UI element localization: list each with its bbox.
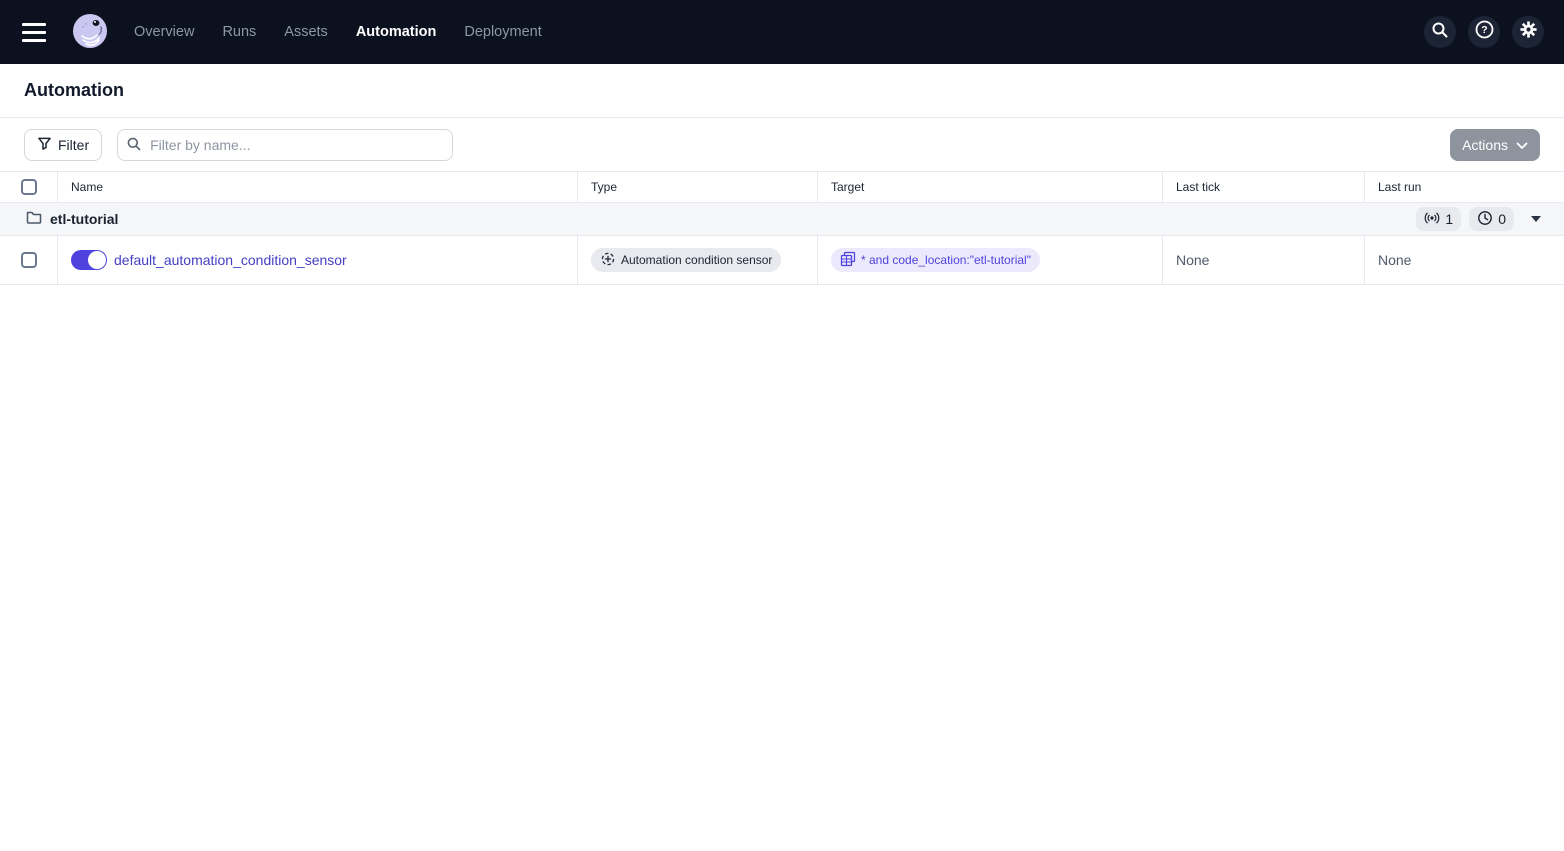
name-filter bbox=[117, 128, 454, 161]
page-title: Automation bbox=[24, 80, 124, 100]
last-tick-value: None bbox=[1163, 236, 1365, 285]
search-icon bbox=[126, 136, 142, 157]
help-icon: ? bbox=[1475, 20, 1494, 44]
type-tag: Automation condition sensor bbox=[591, 248, 782, 272]
toolbar: Filter Actions bbox=[0, 118, 1564, 172]
asset-table-icon bbox=[840, 251, 856, 270]
row-checkbox[interactable] bbox=[20, 252, 37, 268]
nav-item-assets[interactable]: Assets bbox=[284, 24, 328, 40]
column-header-target: Target bbox=[818, 172, 1163, 203]
actions-button[interactable]: Actions bbox=[1450, 128, 1540, 161]
main-nav: Overview Runs Assets Automation Deployme… bbox=[134, 24, 542, 40]
table-header-row: Name Type Target Last tick Last run bbox=[0, 172, 1564, 203]
sensor-icon bbox=[1424, 210, 1440, 229]
sensor-count-badge: 1 bbox=[1416, 207, 1462, 231]
type-tag-label: Automation condition sensor bbox=[621, 253, 773, 267]
column-header-type: Type bbox=[578, 172, 818, 203]
help-button[interactable]: ? bbox=[1468, 16, 1500, 48]
nav-item-overview[interactable]: Overview bbox=[134, 24, 194, 40]
svg-text:?: ? bbox=[1481, 24, 1487, 36]
schedule-count: 0 bbox=[1498, 211, 1506, 227]
target-tag[interactable]: * and code_location:"etl-tutorial" bbox=[831, 248, 1040, 272]
column-header-last-run: Last run bbox=[1365, 172, 1564, 203]
chevron-down-icon bbox=[1516, 137, 1528, 153]
page-header: Automation bbox=[0, 64, 1564, 118]
dagster-logo[interactable] bbox=[70, 12, 110, 52]
column-header-name: Name bbox=[58, 172, 578, 203]
filter-button-label: Filter bbox=[58, 136, 90, 153]
sensor-enabled-toggle[interactable] bbox=[71, 250, 107, 270]
actions-button-label: Actions bbox=[1462, 136, 1508, 153]
nav-item-automation[interactable]: Automation bbox=[356, 24, 437, 40]
top-navbar: Overview Runs Assets Automation Deployme… bbox=[0, 0, 1564, 64]
last-run-value: None bbox=[1365, 236, 1564, 285]
target-tag-label: * and code_location:"etl-tutorial" bbox=[861, 253, 1031, 267]
caret-down-icon bbox=[1531, 216, 1541, 222]
nav-item-deployment[interactable]: Deployment bbox=[464, 24, 541, 40]
search-button[interactable] bbox=[1424, 16, 1456, 48]
automation-condition-icon bbox=[600, 251, 616, 270]
table-row: default_automation_condition_sensor Auto… bbox=[0, 236, 1564, 285]
sensor-name-link[interactable]: default_automation_condition_sensor bbox=[114, 252, 347, 268]
funnel-icon bbox=[37, 136, 52, 154]
nav-item-runs[interactable]: Runs bbox=[222, 24, 256, 40]
filter-by-name-input[interactable] bbox=[117, 128, 454, 161]
folder-icon bbox=[26, 210, 42, 229]
schedule-count-badge: 0 bbox=[1469, 207, 1514, 231]
group-name: etl-tutorial bbox=[50, 211, 119, 227]
hamburger-menu-icon[interactable] bbox=[22, 18, 50, 46]
clock-icon bbox=[1477, 210, 1493, 229]
search-icon bbox=[1431, 21, 1449, 44]
filter-button[interactable]: Filter bbox=[24, 128, 103, 161]
sensor-count: 1 bbox=[1445, 211, 1454, 227]
group-expand-caret[interactable] bbox=[1528, 211, 1544, 227]
toggle-knob bbox=[88, 251, 106, 269]
gear-icon bbox=[1519, 20, 1538, 44]
group-row-etl-tutorial: etl-tutorial 1 0 bbox=[0, 203, 1564, 236]
settings-button[interactable] bbox=[1512, 16, 1544, 48]
navbar-actions: ? bbox=[1424, 16, 1544, 48]
column-header-last-tick: Last tick bbox=[1163, 172, 1365, 203]
select-all-checkbox[interactable] bbox=[20, 179, 37, 195]
automation-table: Name Type Target Last tick Last run etl-… bbox=[0, 172, 1564, 285]
